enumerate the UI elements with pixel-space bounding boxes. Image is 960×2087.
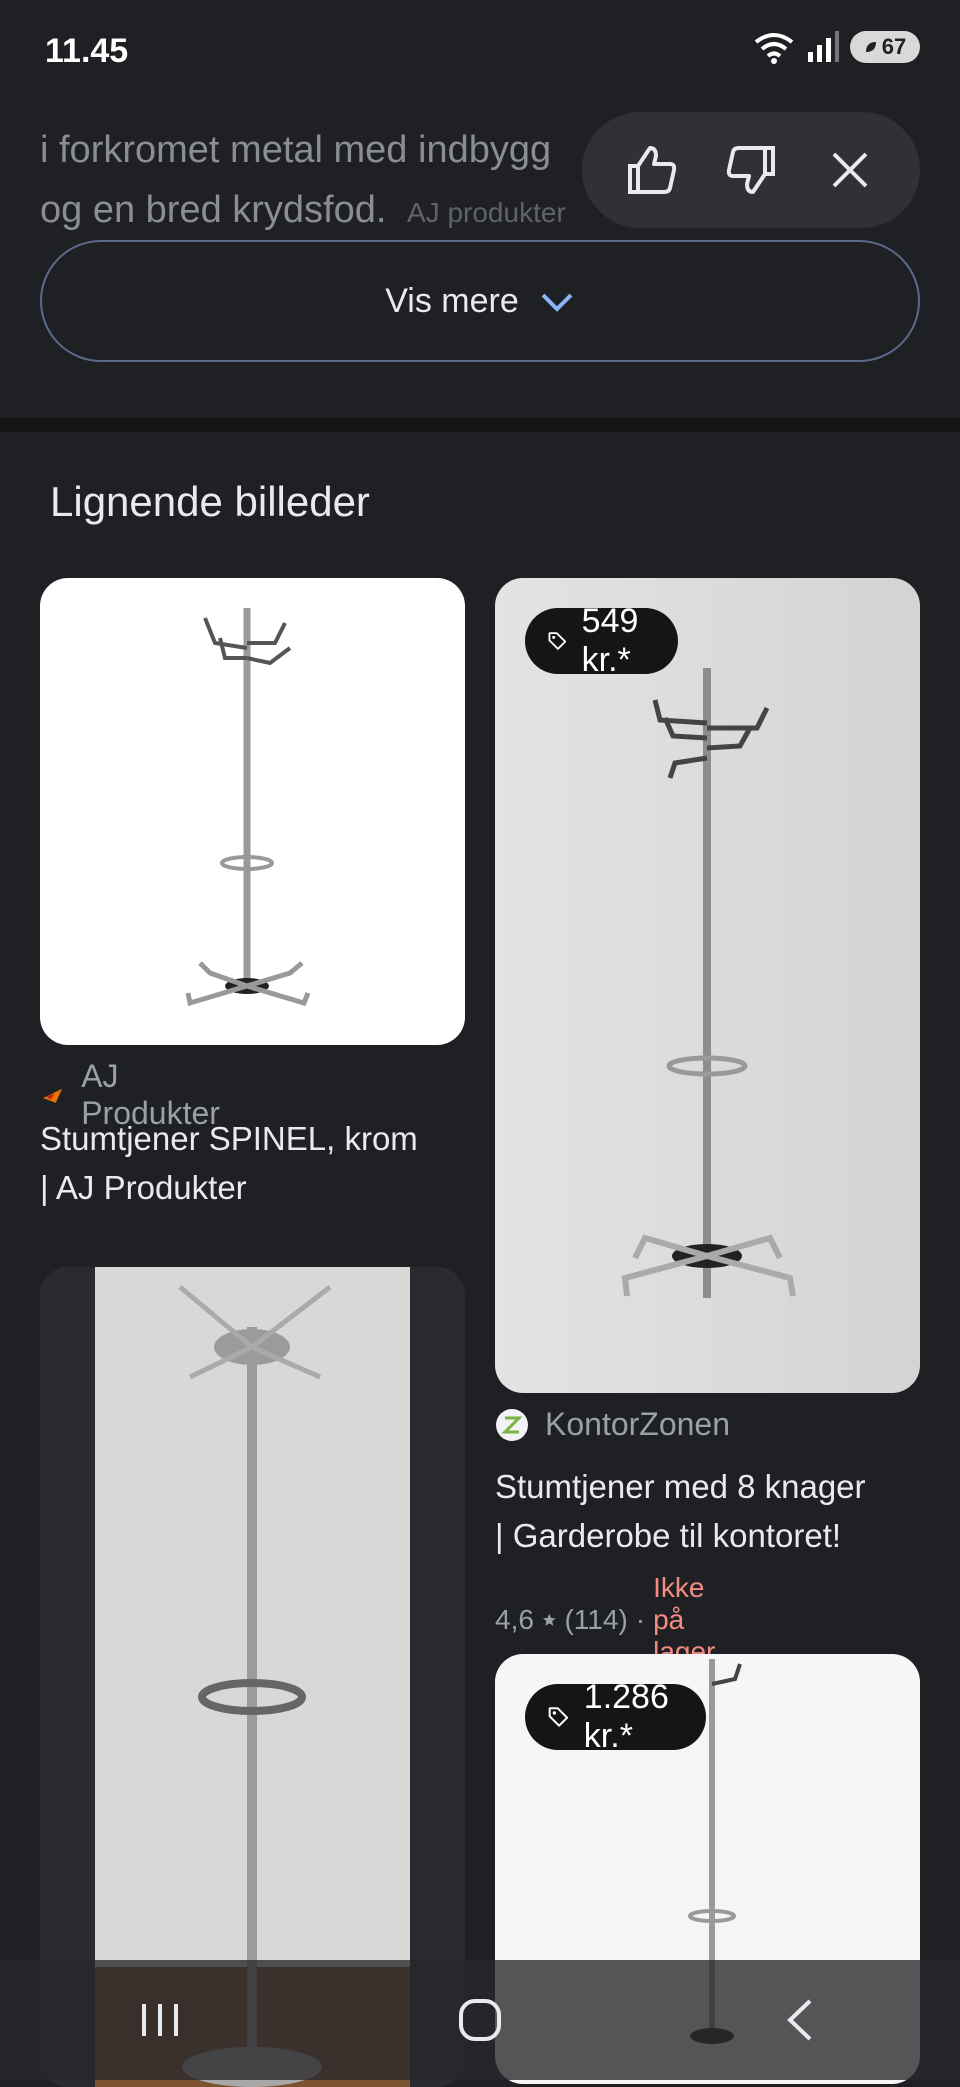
home-icon — [459, 1999, 501, 2041]
recents-icon — [142, 2004, 178, 2036]
thumbs-up-button[interactable] — [617, 135, 687, 205]
product-image[interactable] — [40, 578, 465, 1045]
section-title: Lignende billeder — [50, 478, 370, 525]
chevron-down-icon — [541, 293, 573, 312]
thumbs-up-icon — [627, 146, 676, 194]
battery-indicator: 67 — [850, 31, 920, 63]
aj-produkter-logo-icon — [43, 1088, 63, 1103]
result-title-line-1: Stumtjener SPINEL, krom — [40, 1120, 418, 1157]
snippet-source: AJ produkter — [407, 197, 566, 228]
wifi-icon — [754, 33, 794, 64]
kontorzonen-logo-icon — [496, 1408, 528, 1441]
price-badge: 1.286 kr.* — [525, 1678, 707, 1755]
star-icon — [542, 1613, 556, 1626]
result-source: KontorZonen — [495, 1406, 730, 1443]
price-text: 549 kr.* — [581, 602, 639, 679]
close-button[interactable] — [815, 135, 885, 205]
recents-button[interactable] — [100, 1960, 220, 2080]
price-tag-icon — [548, 1707, 569, 1727]
result-title-line-2: | AJ Produkter — [40, 1169, 247, 1206]
review-count: (114) — [564, 1604, 628, 1635]
leaf-icon — [865, 42, 876, 52]
section-divider — [0, 418, 960, 432]
price-badge: 549 kr.* — [525, 602, 678, 679]
result-title-line-1: Stumtjener med 8 knager — [495, 1468, 866, 1505]
back-icon — [787, 1999, 812, 2041]
back-button[interactable] — [740, 1960, 860, 2080]
meta-separator: · — [635, 1604, 646, 1635]
snippet-line-2-text: og en bred krydsfod. — [40, 189, 387, 231]
price-text: 1.286 kr.* — [583, 1678, 669, 1755]
status-bar: 11.45 67 — [0, 0, 960, 100]
thumbs-down-icon — [726, 146, 775, 194]
product-image[interactable] — [495, 578, 920, 1393]
close-icon — [832, 152, 868, 188]
show-more-label: Vis mere — [385, 281, 519, 320]
result-title[interactable]: Stumtjener med 8 knager | Garderobe til … — [495, 1462, 925, 1560]
source-name: KontorZonen — [545, 1406, 731, 1442]
price-tag-icon — [548, 632, 567, 650]
feedback-bar — [582, 112, 920, 228]
status-icons: 67 — [752, 30, 920, 64]
result-title[interactable]: Stumtjener SPINEL, krom | AJ Produkter — [40, 1114, 470, 1212]
signal-icon — [808, 31, 839, 62]
rating-value: 4,6 — [495, 1604, 534, 1635]
clock: 11.45 — [45, 32, 129, 70]
result-title-line-2: | Garderobe til kontoret! — [495, 1517, 842, 1554]
battery-level: 67 — [881, 34, 907, 59]
home-button[interactable] — [420, 1960, 540, 2080]
show-more-button[interactable]: Vis mere — [40, 240, 920, 362]
thumbs-down-button[interactable] — [716, 135, 786, 205]
system-nav-bar — [0, 1960, 960, 2080]
